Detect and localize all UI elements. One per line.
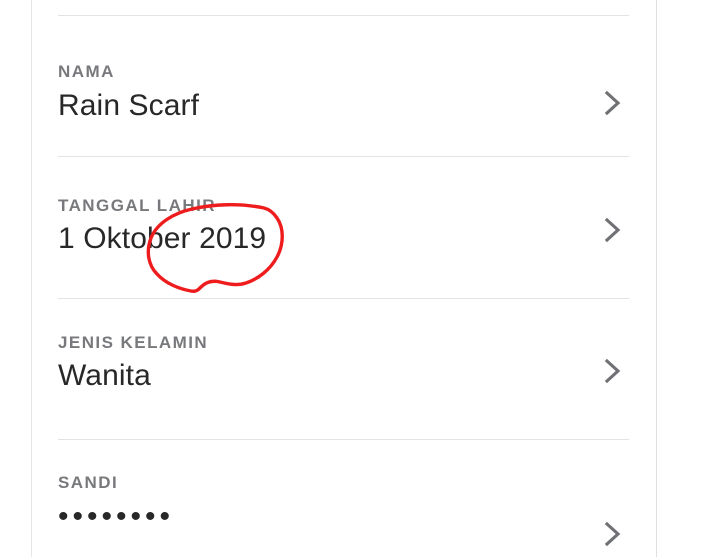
row-label: TANGGAL LAHIR <box>58 196 216 215</box>
screen-root: NAMA Rain Scarf TANGGAL LAHIR 1 Oktober … <box>0 0 712 557</box>
row-value: 1 Oktober 2019 <box>58 222 267 255</box>
row-label: JENIS KELAMIN <box>58 333 209 352</box>
list-row-tanggal-lahir[interactable]: TANGGAL LAHIR 1 Oktober 2019 <box>32 157 658 298</box>
row-label: SANDI <box>58 473 119 492</box>
chevron-right-icon[interactable] <box>595 213 629 247</box>
list-row-sandi[interactable]: SANDI •••••••• <box>32 440 658 557</box>
chevron-right-icon[interactable] <box>595 517 629 551</box>
chevron-right-icon[interactable] <box>595 86 629 120</box>
detail-list-card: NAMA Rain Scarf TANGGAL LAHIR 1 Oktober … <box>31 0 657 557</box>
row-label: NAMA <box>58 62 115 81</box>
row-value: Wanita <box>58 359 151 392</box>
chevron-right-icon[interactable] <box>595 354 629 388</box>
row-value: Rain Scarf <box>58 89 200 122</box>
list-row-jenis-kelamin[interactable]: JENIS KELAMIN Wanita <box>32 299 658 439</box>
row-value-masked-password: •••••••• <box>58 500 175 533</box>
list-row-nama[interactable]: NAMA Rain Scarf <box>32 16 658 156</box>
